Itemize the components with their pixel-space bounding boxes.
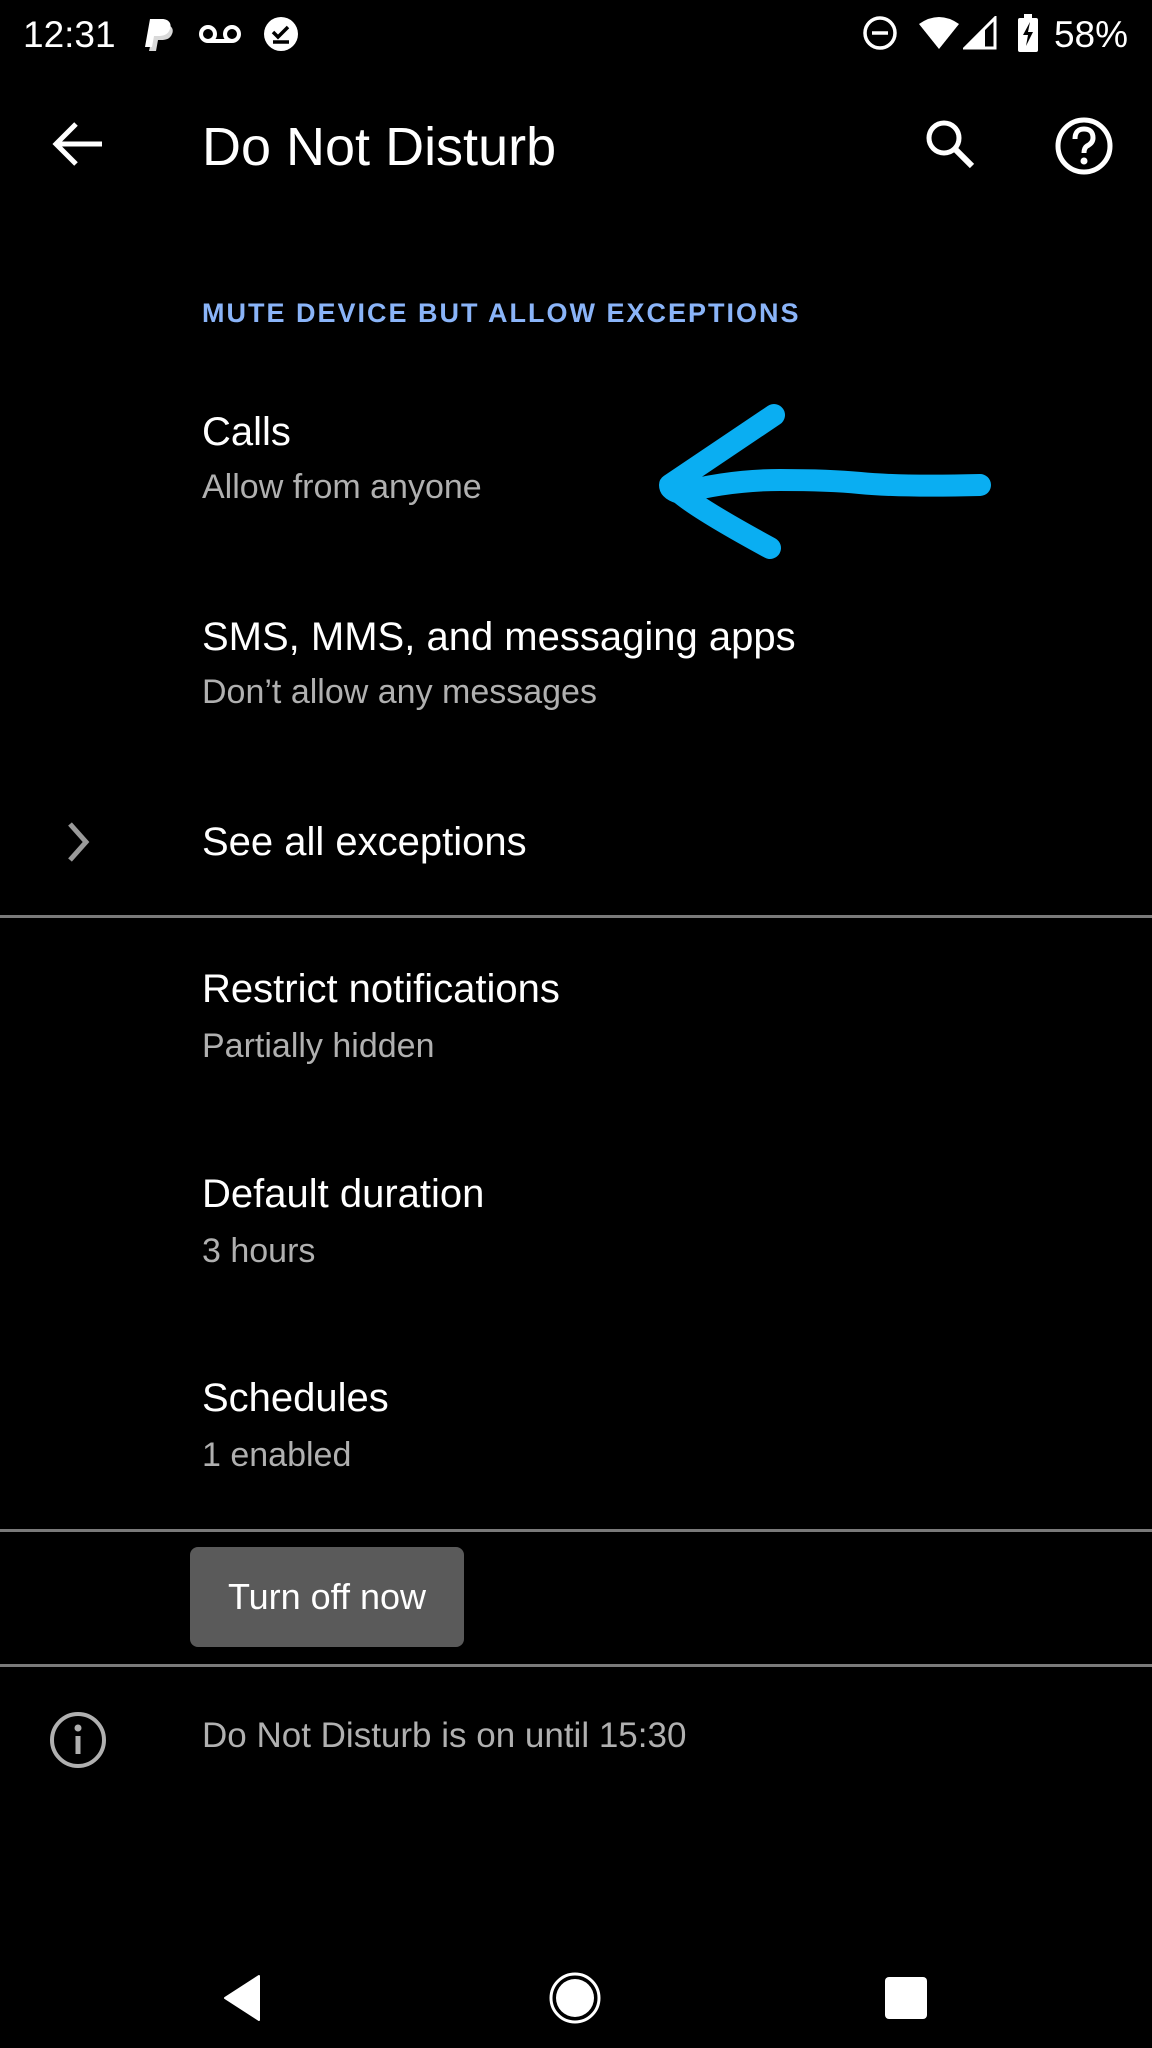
footer-text: Do Not Disturb is on until 15:30 xyxy=(202,1716,687,1755)
chevron-right-icon xyxy=(68,822,90,862)
pref-calls[interactable]: Calls Allow from anyone xyxy=(0,380,1152,530)
pref-restrict-notifications[interactable]: Restrict notifications Partially hidden xyxy=(0,945,1152,1095)
pref-title: Default duration xyxy=(202,1172,485,1216)
pref-summary: Allow from anyone xyxy=(202,468,482,506)
cell-signal-icon xyxy=(963,16,997,50)
battery-charging-icon xyxy=(1018,14,1038,52)
paypal-icon xyxy=(145,19,173,51)
pref-messages[interactable]: SMS, MMS, and messaging apps Don’t allow… xyxy=(0,585,1152,735)
pref-summary: 3 hours xyxy=(202,1232,316,1270)
nav-recents-button[interactable] xyxy=(866,1960,946,2040)
info-icon xyxy=(50,1712,106,1768)
pref-title: Schedules xyxy=(202,1376,389,1420)
back-button[interactable] xyxy=(40,108,120,180)
wifi-icon xyxy=(919,17,959,49)
back-triangle-icon xyxy=(224,1975,260,2021)
recents-square-icon xyxy=(885,1977,927,2019)
pref-title: Restrict notifications xyxy=(202,967,560,1011)
status-bar: 12:31 58% xyxy=(0,0,1152,70)
pref-title: Calls xyxy=(202,410,291,454)
navigation-bar xyxy=(0,1930,1152,2048)
footer-info: Do Not Disturb is on until 15:30 xyxy=(0,1700,1152,1780)
nav-back-button[interactable] xyxy=(203,1960,283,2040)
pref-title: SMS, MMS, and messaging apps xyxy=(202,615,796,659)
pref-see-all-exceptions[interactable]: See all exceptions xyxy=(0,790,1152,890)
pref-title: See all exceptions xyxy=(202,820,527,864)
help-button[interactable] xyxy=(1044,106,1124,186)
app-bar: Do Not Disturb xyxy=(0,90,1152,200)
help-icon xyxy=(1055,117,1113,175)
page-title: Do Not Disturb xyxy=(202,117,557,177)
status-time: 12:31 xyxy=(23,14,116,55)
home-circle-icon xyxy=(549,1972,601,2024)
section-header: MUTE DEVICE BUT ALLOW EXCEPTIONS xyxy=(202,298,801,328)
battery-percentage: 58% xyxy=(1053,14,1128,55)
voicemail-icon xyxy=(199,25,241,43)
search-button[interactable] xyxy=(910,106,990,186)
arrow-back-icon xyxy=(52,122,102,166)
pref-schedules[interactable]: Schedules 1 enabled xyxy=(0,1354,1152,1504)
do-not-disturb-icon xyxy=(863,16,897,50)
pref-summary: Partially hidden xyxy=(202,1027,435,1065)
turn-off-now-button[interactable]: Turn off now xyxy=(190,1547,464,1647)
divider xyxy=(0,915,1152,918)
pref-default-duration[interactable]: Default duration 3 hours xyxy=(0,1150,1152,1300)
divider xyxy=(0,1664,1152,1667)
download-done-icon xyxy=(264,17,298,51)
search-icon xyxy=(926,120,975,169)
nav-home-button[interactable] xyxy=(535,1960,615,2040)
divider xyxy=(0,1529,1152,1532)
pref-summary: 1 enabled xyxy=(202,1436,352,1474)
pref-summary: Don’t allow any messages xyxy=(202,673,597,711)
